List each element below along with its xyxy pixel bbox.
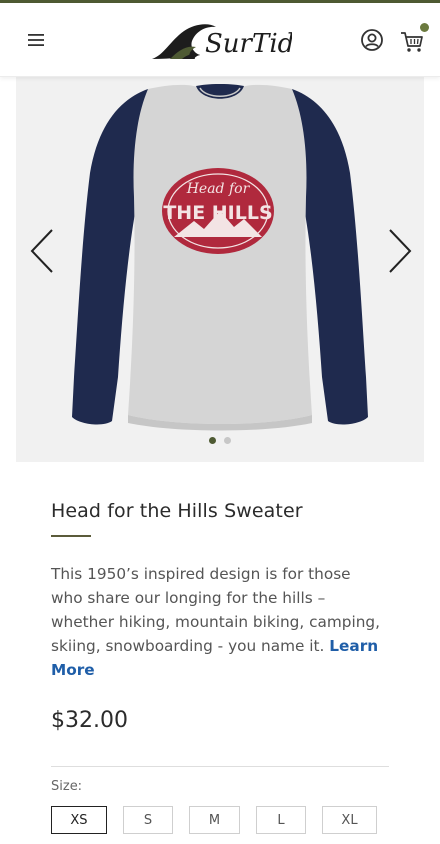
hamburger-menu-icon bbox=[28, 34, 44, 46]
gallery-pagination bbox=[16, 437, 424, 444]
previous-image-button[interactable] bbox=[24, 227, 60, 275]
next-image-button[interactable] bbox=[382, 227, 418, 275]
product-price: $32.00 bbox=[51, 708, 128, 733]
size-option-l[interactable]: L bbox=[256, 806, 306, 834]
size-option-xs[interactable]: XS bbox=[51, 806, 107, 834]
product-image-gallery[interactable]: Head for THE HILLS bbox=[16, 77, 424, 462]
product-image: Head for THE HILLS bbox=[16, 77, 424, 462]
graphic-line-2: THE HILLS bbox=[163, 202, 272, 224]
size-option-m[interactable]: M bbox=[189, 806, 240, 834]
chevron-left-icon bbox=[30, 229, 53, 273]
gallery-dot-2[interactable] bbox=[224, 437, 231, 444]
chevron-right-icon bbox=[389, 229, 412, 273]
title-underline bbox=[51, 535, 91, 537]
menu-button[interactable] bbox=[22, 26, 50, 54]
section-divider bbox=[51, 766, 389, 767]
size-option-xl[interactable]: XL bbox=[322, 806, 377, 834]
product-title: Head for the Hills Sweater bbox=[51, 500, 303, 522]
site-header: SurTide bbox=[0, 3, 440, 77]
user-circle-icon bbox=[361, 29, 383, 51]
graphic-line-1: Head for bbox=[186, 181, 251, 197]
product-description: This 1950’s inspired design is for those… bbox=[51, 562, 381, 682]
size-option-s[interactable]: S bbox=[123, 806, 173, 834]
brand-name: SurTide bbox=[205, 29, 292, 59]
account-button[interactable] bbox=[359, 27, 385, 53]
gallery-dot-1[interactable] bbox=[209, 437, 216, 444]
cart-status-dot bbox=[420, 23, 429, 32]
brand-logo[interactable]: SurTide bbox=[150, 17, 310, 63]
size-label: Size: bbox=[51, 779, 83, 794]
